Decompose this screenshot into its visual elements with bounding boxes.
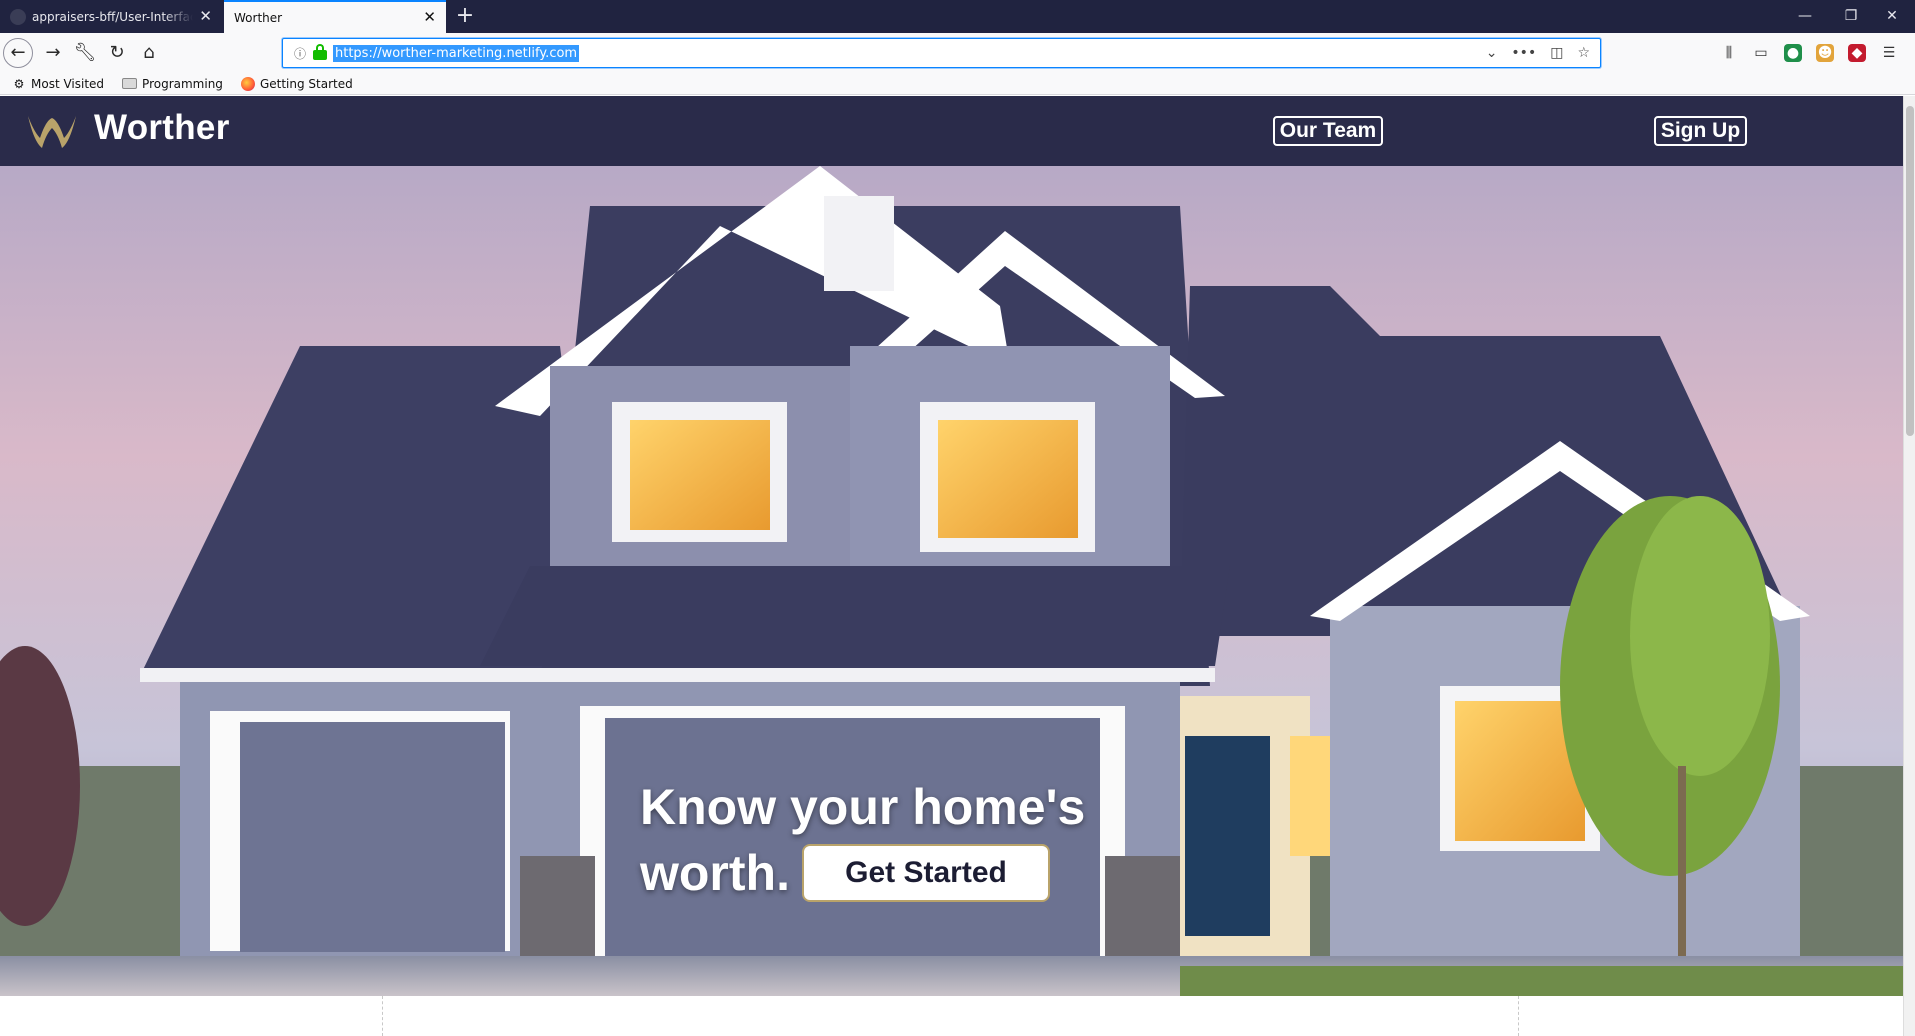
column-divider xyxy=(1518,996,1519,1036)
toolbar-icons: ⫼ ▭ ● ☻ ◆ ☰ xyxy=(1720,33,1898,73)
wrench-icon[interactable]: 🔧︎ xyxy=(70,38,100,68)
new-tab-button[interactable]: + xyxy=(452,4,478,30)
our-team-button[interactable]: Our Team xyxy=(1273,116,1383,146)
sign-up-button[interactable]: Sign Up xyxy=(1654,116,1747,146)
bookmark-most-visited[interactable]: ⚙ Most Visited xyxy=(12,77,104,91)
reload-button[interactable]: ↻ xyxy=(102,38,132,68)
tab-title: appraisers-bff/User-Interface-J xyxy=(32,9,194,24)
tab-title: Worther xyxy=(234,10,283,25)
bookmark-star-icon[interactable]: ☆ xyxy=(1577,45,1590,61)
pocket-icon[interactable]: ◫ xyxy=(1550,45,1563,61)
close-tab-icon[interactable]: ✕ xyxy=(199,9,212,24)
home-button[interactable]: ⌂ xyxy=(134,38,164,68)
url-text[interactable]: https://worther-marketing.netlify.com xyxy=(333,44,580,62)
firefox-icon xyxy=(240,76,255,91)
github-icon xyxy=(10,8,26,25)
worther-logo-icon[interactable] xyxy=(26,112,78,150)
gear-icon: ⚙ xyxy=(13,76,25,91)
tab-worther[interactable]: Worther ✕ xyxy=(224,0,446,33)
hero-line-2: worth. xyxy=(640,845,790,901)
get-started-button[interactable]: Get Started xyxy=(801,844,1050,902)
lock-icon[interactable] xyxy=(313,43,327,60)
menu-icon[interactable]: ☰ xyxy=(1880,44,1898,62)
back-button[interactable]: ← xyxy=(3,38,33,68)
folder-icon xyxy=(122,78,138,89)
navigation-toolbar: ← → 🔧︎ ↻ ⌂ ⓘ https://worther-marketing.n… xyxy=(0,33,1915,73)
address-bar[interactable]: ⓘ https://worther-marketing.netlify.com … xyxy=(282,38,1601,68)
minimize-button[interactable]: — xyxy=(1782,0,1828,33)
restore-button[interactable]: ❐ xyxy=(1828,0,1874,33)
content-below-fold xyxy=(0,996,1903,1036)
forward-button[interactable]: → xyxy=(38,38,68,68)
extension-icon[interactable]: ☻ xyxy=(1816,44,1834,62)
extension-icon[interactable]: ● xyxy=(1784,44,1802,62)
site-header: Worther Our Team Sign Up xyxy=(0,96,1903,166)
scrollbar-thumb[interactable] xyxy=(1906,106,1914,436)
hero-headline: Know your home's worth. Get Started xyxy=(640,774,1085,906)
bookmark-programming[interactable]: Programming xyxy=(122,77,223,91)
browser-titlebar: appraisers-bff/User-Interface-J ✕ Worthe… xyxy=(0,0,1915,33)
more-actions-icon[interactable]: ••• xyxy=(1511,45,1536,61)
hero-section: Know your home's worth. Get Started xyxy=(0,166,1903,996)
sidebar-icon[interactable]: ▭ xyxy=(1752,44,1770,62)
chevron-down-icon[interactable]: ⌄ xyxy=(1486,45,1498,61)
bookmark-label: Most Visited xyxy=(31,76,105,91)
library-icon[interactable]: ⫼ xyxy=(1720,44,1738,62)
page-scrollbar[interactable] xyxy=(1903,96,1915,1036)
info-icon[interactable]: ⓘ xyxy=(291,45,309,62)
hero-line-1: Know your home's xyxy=(640,779,1086,835)
column-divider xyxy=(382,996,383,1036)
bookmarks-toolbar: ⚙ Most Visited Programming Getting Start… xyxy=(0,73,1915,95)
tab-github[interactable]: appraisers-bff/User-Interface-J ✕ xyxy=(0,0,222,33)
brand-name[interactable]: Worther xyxy=(94,108,230,148)
bookmark-label: Programming xyxy=(142,76,223,91)
close-tab-icon[interactable]: ✕ xyxy=(423,10,436,25)
ublock-icon[interactable]: ◆ xyxy=(1848,44,1866,62)
bookmark-label: Getting Started xyxy=(259,76,353,91)
close-window-button[interactable]: ✕ xyxy=(1869,0,1915,33)
bookmark-getting-started[interactable]: Getting Started xyxy=(240,76,353,91)
